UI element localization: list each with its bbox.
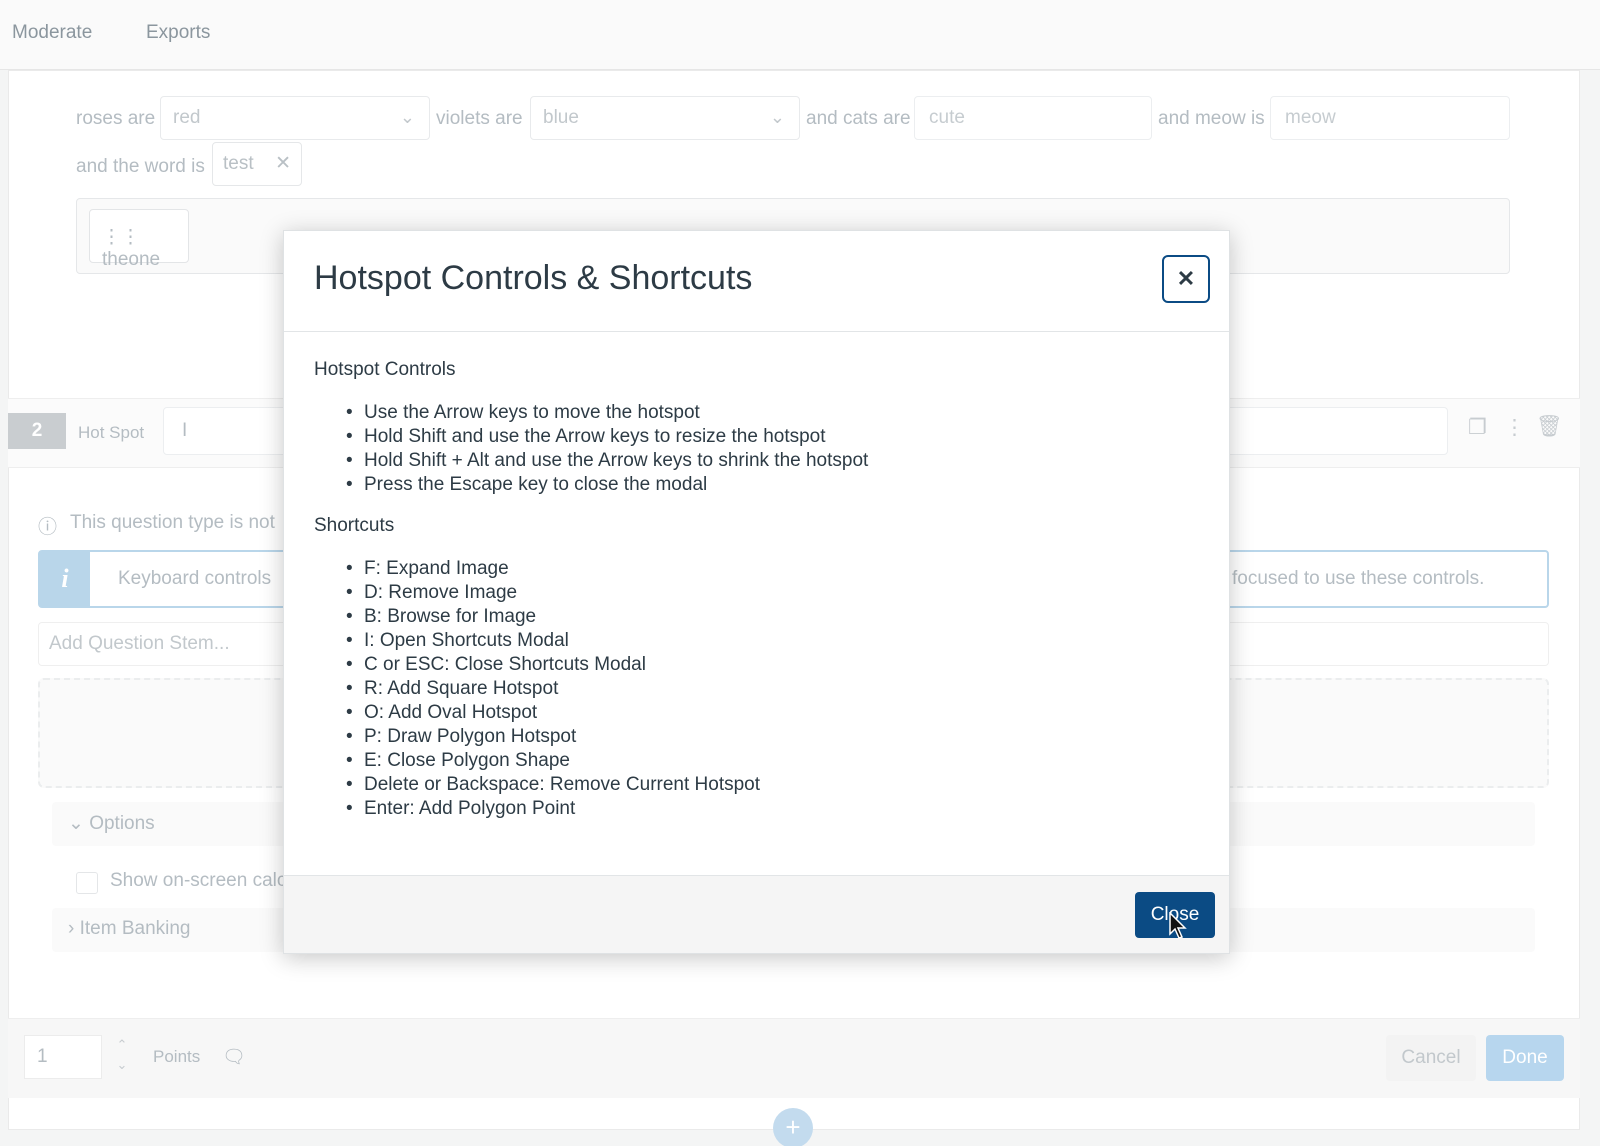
chevron-right-icon: › xyxy=(68,918,75,939)
list-item: Enter: Add Polygon Point xyxy=(346,797,1194,821)
calculator-label: Show on-screen calc xyxy=(110,870,287,891)
cancel-button[interactable]: Cancel xyxy=(1386,1035,1476,1081)
question-number: 2 xyxy=(8,413,66,449)
token-text: test xyxy=(223,153,254,174)
list-item: Delete or Backspace: Remove Current Hots… xyxy=(346,773,1194,797)
word-token[interactable]: test ✕ xyxy=(212,142,302,186)
blank-label-5: and the word is xyxy=(76,156,205,177)
question-footer: 1 ⌃ ⌄ Points 🗨 Cancel Done xyxy=(8,1018,1580,1098)
list-item: F: Expand Image xyxy=(346,557,1194,581)
blank-label-2: violets are xyxy=(436,108,523,129)
list-item: Hold Shift + Alt and use the Arrow keys … xyxy=(346,449,1194,473)
blank-select-2[interactable]: blue ⌄ xyxy=(530,96,800,140)
comment-icon[interactable]: 🗨 xyxy=(222,1045,246,1069)
shortcuts-heading: Shortcuts xyxy=(314,515,395,536)
blank-label-1: roses are xyxy=(76,108,156,129)
options-label: Options xyxy=(89,813,155,834)
info-icon: i xyxy=(40,552,90,606)
select-value: blue xyxy=(543,107,579,128)
unsupported-notice: This question type is not xyxy=(70,512,275,533)
mouse-cursor-icon xyxy=(1169,912,1187,939)
controls-heading: Hotspot Controls xyxy=(314,359,456,380)
list-item: C or ESC: Close Shortcuts Modal xyxy=(346,653,1194,677)
blank-input-4[interactable]: meow xyxy=(1270,96,1510,140)
close-icon[interactable]: ✕ xyxy=(1162,255,1210,303)
chip-label: theone xyxy=(102,249,161,270)
modal-header: Hotspot Controls & Shortcuts ✕ xyxy=(284,231,1229,332)
list-item: P: Draw Polygon Hotspot xyxy=(346,725,1194,749)
blank-select-1[interactable]: red ⌄ xyxy=(160,96,430,140)
list-item: B: Browse for Image xyxy=(346,605,1194,629)
blank-label-4: and meow is xyxy=(1158,108,1265,129)
duplicate-icon[interactable]: ❐ xyxy=(1468,415,1487,440)
list-item: E: Close Polygon Shape xyxy=(346,749,1194,773)
list-item: Hold Shift and use the Arrow keys to res… xyxy=(346,425,1194,449)
info-circle-icon: ⓘ xyxy=(38,517,58,538)
question-type-label: Hot Spot xyxy=(78,423,145,442)
chevron-down-icon: ⌄ xyxy=(68,813,84,834)
chevron-down-icon: ⌄ xyxy=(399,107,415,127)
list-item: D: Remove Image xyxy=(346,581,1194,605)
item-banking-label: Item Banking xyxy=(79,918,191,939)
modal-title: Hotspot Controls & Shortcuts xyxy=(314,259,753,297)
keyboard-info-text-end: focused to use these controls. xyxy=(1232,568,1485,589)
top-navigation: Moderate Exports xyxy=(0,0,1600,70)
points-label: Points xyxy=(153,1047,201,1066)
shortcuts-list: F: Expand Image D: Remove Image B: Brows… xyxy=(346,557,1194,821)
nav-moderate[interactable]: Moderate xyxy=(12,22,92,44)
done-button[interactable]: Done xyxy=(1486,1035,1564,1081)
blank-input-3[interactable]: cute xyxy=(914,96,1152,140)
list-item: R: Add Square Hotspot xyxy=(346,677,1194,701)
blank-label-3: and cats are xyxy=(806,108,911,129)
drag-handle-icon: ⋮⋮ xyxy=(102,227,140,248)
nav-exports[interactable]: Exports xyxy=(146,22,210,44)
remove-token-icon[interactable]: ✕ xyxy=(275,152,291,175)
draggable-chip[interactable]: ⋮⋮ theone xyxy=(89,209,189,270)
trash-icon[interactable]: 🗑 xyxy=(1536,415,1563,439)
list-item: Use the Arrow keys to move the hotspot xyxy=(346,401,1194,425)
drag-handle-icon[interactable]: ⋮ xyxy=(1504,415,1525,440)
list-item: I: Open Shortcuts Modal xyxy=(346,629,1194,653)
controls-list: Use the Arrow keys to move the hotspot H… xyxy=(346,401,1194,497)
keyboard-info-text: Keyboard controls xyxy=(118,568,272,589)
calculator-checkbox[interactable] xyxy=(76,872,98,894)
points-stepper[interactable]: ⌃ ⌄ xyxy=(108,1035,136,1079)
select-value: red xyxy=(173,107,201,128)
modal-body: Hotspot Controls Use the Arrow keys to m… xyxy=(314,359,1194,839)
add-question-button[interactable]: + xyxy=(773,1108,813,1146)
list-item: Press the Escape key to close the modal xyxy=(346,473,1194,497)
list-item: O: Add Oval Hotspot xyxy=(346,701,1194,725)
shortcuts-modal: Hotspot Controls & Shortcuts ✕ Hotspot C… xyxy=(283,230,1230,954)
modal-footer: Close xyxy=(284,875,1229,953)
chevron-down-icon: ⌄ xyxy=(769,107,785,127)
points-input[interactable]: 1 xyxy=(24,1035,102,1079)
